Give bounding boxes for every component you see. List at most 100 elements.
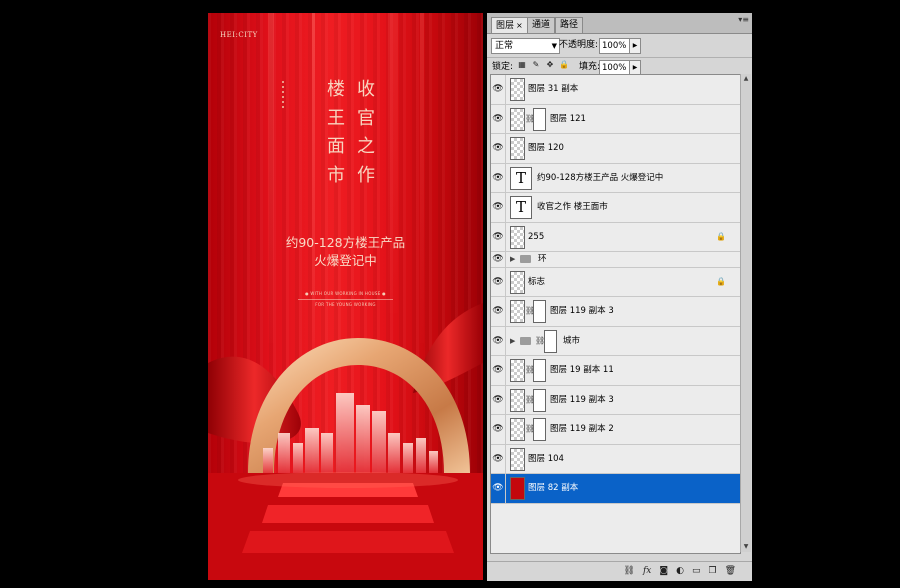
layer-row[interactable]: 👁 ⛓ 图层 19 副本 11: [491, 356, 740, 386]
opacity-slider-arrow[interactable]: ▶: [629, 38, 641, 54]
layer-thumbnail: [510, 107, 525, 131]
lock-transparent-icon[interactable]: ▦: [517, 60, 527, 70]
tab-channels[interactable]: 通道: [527, 17, 556, 33]
layer-group-row[interactable]: 👁 ▶ 环: [491, 252, 740, 268]
new-layer-icon[interactable]: ❐: [708, 565, 716, 577]
visibility-eye-icon[interactable]: 👁: [491, 163, 506, 192]
folder-icon: [520, 255, 531, 263]
trash-icon[interactable]: 🗑: [725, 565, 736, 577]
link-icon[interactable]: ⛓: [624, 565, 635, 577]
visibility-eye-icon[interactable]: 👁: [491, 267, 506, 296]
layer-name: 标志: [528, 276, 546, 287]
layer-thumbnail: [510, 388, 525, 412]
adjustment-icon[interactable]: ◐: [676, 565, 684, 577]
lock-move-icon[interactable]: ✥: [545, 60, 555, 70]
layer-thumbnail: [510, 359, 525, 382]
layer-name: 图层 119 副本 3: [550, 306, 614, 316]
lock-label: 锁定:: [492, 62, 514, 72]
expand-triangle-icon[interactable]: ▶: [510, 252, 515, 267]
layer-mask-thumbnail[interactable]: [533, 388, 546, 412]
lock-all-icon[interactable]: 🔒: [559, 60, 569, 70]
layers-list: 👁 图层 31 副本 👁 ⛓ 图层 121 👁 图层 120 👁 T 约90-1…: [490, 74, 741, 554]
scroll-up-icon[interactable]: ▲: [741, 74, 751, 84]
poster-scene-art: [208, 303, 483, 580]
blend-mode-select[interactable]: 正常 ▼: [491, 38, 560, 54]
tab-label: 路径: [560, 20, 579, 30]
layer-row[interactable]: 👁 T 收官之作 楼王面市: [491, 193, 740, 223]
layer-name: 约90-128方楼王产品 火爆登记中: [537, 172, 664, 183]
visibility-eye-icon[interactable]: 👁: [491, 326, 506, 355]
layer-group-row[interactable]: 👁 ▶ ⛓ 城市: [491, 326, 740, 356]
layer-row[interactable]: 👁 ⛓ 图层 119 副本 3: [491, 385, 740, 415]
tab-label: 通道: [532, 20, 551, 30]
layers-scrollbar[interactable]: ▲ ▼: [740, 74, 751, 552]
visibility-eye-icon[interactable]: 👁: [491, 193, 506, 222]
layer-row-selected[interactable]: 👁 图层 82 副本: [491, 474, 740, 504]
fill-label: 填充:: [579, 62, 601, 72]
expand-triangle-icon[interactable]: ▶: [510, 327, 515, 356]
panel-menu-icon[interactable]: ▾≡: [738, 15, 749, 24]
layer-name: 图层 82 副本: [528, 483, 579, 493]
visibility-eye-icon[interactable]: 👁: [491, 415, 506, 444]
layer-thumbnail: [510, 447, 525, 471]
visibility-eye-icon[interactable]: 👁: [491, 385, 506, 414]
poster-canvas: HEI:CITY 楼 王 面 市 收 官 之 作 约90-128方楼王产品 火爆…: [208, 13, 483, 580]
panel-tab-bar: 图层 × 通道 路径 ▾≡: [487, 13, 752, 34]
layer-mask-thumbnail[interactable]: [533, 107, 546, 131]
lock-paint-icon[interactable]: ✎: [531, 60, 541, 70]
layer-mask-thumbnail[interactable]: [533, 359, 546, 382]
visibility-eye-icon[interactable]: 👁: [491, 444, 506, 473]
text-layer-icon: T: [510, 196, 532, 219]
layer-name: 图层 119 副本 2: [550, 424, 614, 434]
tab-layers[interactable]: 图层 ×: [491, 17, 528, 33]
layer-row[interactable]: 👁 标志 🔒: [491, 267, 740, 297]
layer-thumbnail: [510, 418, 525, 441]
layer-name: 图层 31 副本: [528, 84, 579, 94]
visibility-eye-icon[interactable]: 👁: [491, 75, 506, 104]
layer-row[interactable]: 👁 T 约90-128方楼王产品 火爆登记中: [491, 163, 740, 193]
layer-row[interactable]: 👁 255 🔒: [491, 222, 740, 252]
visibility-eye-icon[interactable]: 👁: [491, 252, 506, 267]
lock-icon: 🔒: [716, 276, 726, 286]
lock-icon: 🔒: [716, 231, 726, 241]
visibility-eye-icon[interactable]: 👁: [491, 297, 506, 326]
layer-thumbnail: [510, 300, 525, 323]
visibility-eye-icon[interactable]: 👁: [491, 222, 506, 251]
close-icon[interactable]: ×: [516, 21, 523, 30]
layer-row[interactable]: 👁 ⛓ 图层 119 副本 2: [491, 415, 740, 445]
chevron-down-icon: ▼: [551, 42, 557, 50]
layer-row[interactable]: 👁 ⛓ 图层 119 副本 3: [491, 297, 740, 327]
layer-row[interactable]: 👁 ⛓ 图层 121: [491, 104, 740, 134]
layer-name: 图层 121: [550, 113, 586, 124]
layer-thumbnail: [510, 137, 525, 160]
visibility-eye-icon[interactable]: 👁: [491, 134, 506, 163]
layer-row[interactable]: 👁 图层 120: [491, 134, 740, 164]
visibility-eye-icon[interactable]: 👁: [491, 356, 506, 385]
layer-name: 255: [528, 231, 545, 242]
mask-icon[interactable]: ◙: [659, 565, 668, 577]
tab-label: 图层: [496, 21, 515, 31]
visibility-eye-icon[interactable]: 👁: [491, 474, 506, 503]
layers-panel: 图层 × 通道 路径 ▾≡ 正常 ▼ 不透明度: 100% ▶ 锁定: ▦ ✎ ✥…: [487, 13, 752, 581]
lock-options: ▦ ✎ ✥ 🔒: [517, 60, 569, 70]
scroll-down-icon[interactable]: ▼: [741, 542, 751, 552]
layer-row[interactable]: 👁 图层 31 副本: [491, 75, 740, 105]
layer-mask-thumbnail[interactable]: [533, 300, 546, 323]
layer-name: 图层 120: [528, 143, 564, 153]
layer-thumbnail: [510, 270, 525, 294]
fx-icon[interactable]: fx: [643, 565, 651, 577]
panel-bottom-toolbar: ⛓ fx ◙ ◐ ▭ ❐ 🗑: [487, 561, 752, 581]
layer-thumbnail: [510, 225, 525, 249]
layer-name: 城市: [563, 335, 581, 346]
layer-mask-thumbnail[interactable]: [544, 329, 557, 353]
layer-thumbnail: [510, 477, 525, 500]
layer-mask-thumbnail[interactable]: [533, 418, 546, 441]
visibility-eye-icon[interactable]: 👁: [491, 104, 506, 133]
blend-row: 正常 ▼ 不透明度: 100% ▶: [487, 37, 752, 55]
layer-name: 图层 19 副本 11: [550, 365, 614, 375]
layer-row[interactable]: 👁 图层 104: [491, 444, 740, 474]
stage-step: [262, 505, 434, 523]
folder-icon[interactable]: ▭: [692, 565, 701, 577]
tab-paths[interactable]: 路径: [555, 17, 584, 33]
layer-name: 环: [538, 254, 547, 264]
